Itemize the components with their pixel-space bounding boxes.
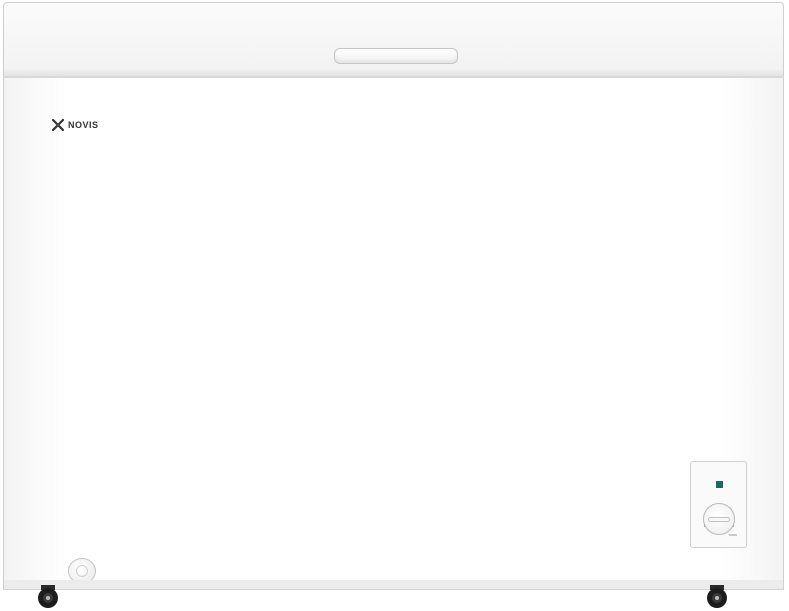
caster-wheel-icon bbox=[38, 585, 58, 608]
chest-freezer: NOVIS bbox=[0, 0, 789, 611]
freezer-lid[interactable] bbox=[3, 2, 784, 75]
freezer-base bbox=[3, 580, 784, 590]
brand-logo: NOVIS bbox=[52, 118, 99, 132]
novis-logo-icon bbox=[52, 119, 64, 131]
caster-wheel-icon bbox=[707, 585, 727, 608]
control-panel bbox=[690, 461, 747, 548]
power-indicator-light bbox=[716, 481, 723, 488]
freezer-body bbox=[3, 78, 784, 586]
lid-lip bbox=[3, 68, 784, 76]
thermostat-knob-icon[interactable] bbox=[703, 503, 735, 535]
drain-plug-center bbox=[76, 565, 88, 577]
brand-name: NOVIS bbox=[68, 120, 99, 130]
knob-grip bbox=[708, 517, 730, 522]
lid-handle-icon[interactable] bbox=[334, 48, 458, 64]
